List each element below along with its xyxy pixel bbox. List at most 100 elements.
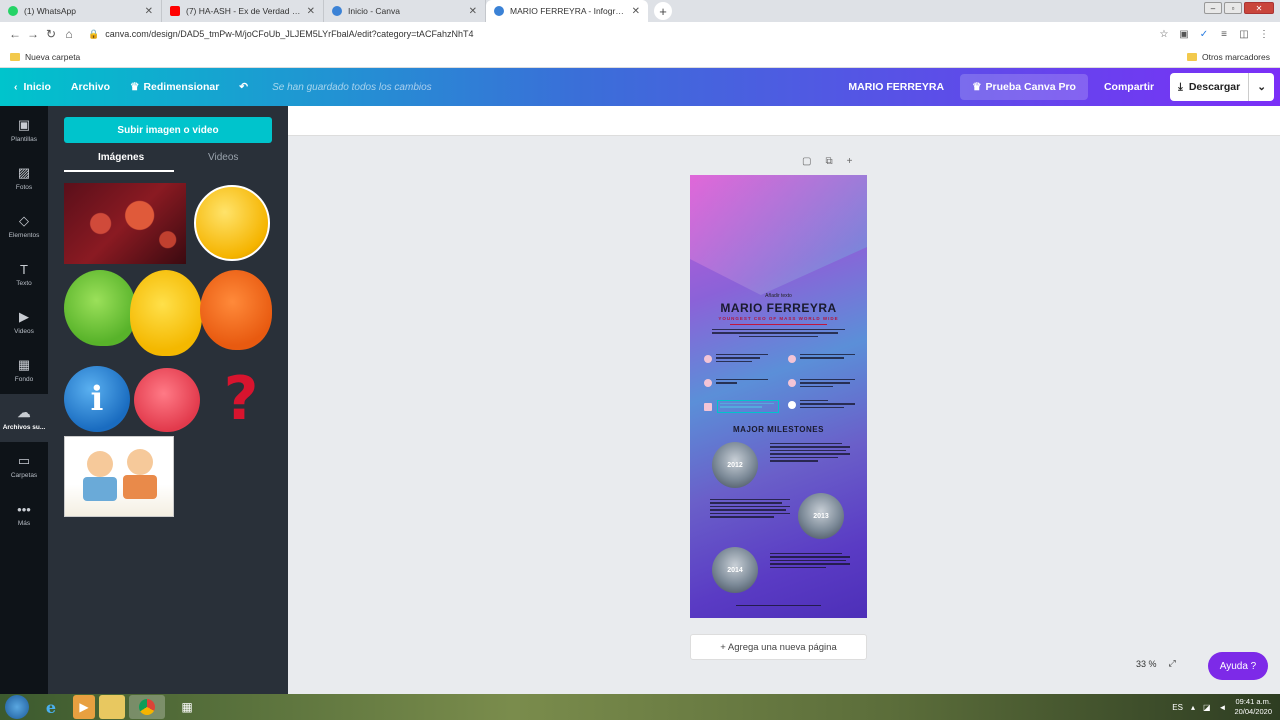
image-thumbnail-green-smiley[interactable] — [64, 270, 136, 346]
extension-icon[interactable]: ✓ — [1194, 29, 1214, 40]
milestones-heading[interactable]: MAJOR MILESTONES — [690, 425, 867, 434]
design-canvas[interactable]: Añadir texto MARIO FERREYRA YOUNGEST CEO… — [690, 175, 867, 618]
image-thumbnail-question-mark[interactable]: ? — [216, 364, 266, 434]
internet-explorer-icon[interactable]: e — [33, 695, 69, 719]
file-menu[interactable]: Archivo — [61, 68, 120, 106]
app-icon[interactable]: ▦ — [169, 695, 205, 719]
kid-body — [123, 475, 157, 499]
info-text-block[interactable] — [800, 379, 855, 389]
download-button[interactable]: ⤓ Descargar ⌄ — [1170, 73, 1274, 101]
kid-figure — [87, 451, 113, 477]
minimize-icon[interactable]: – — [1204, 2, 1222, 14]
add-page-button[interactable]: + Agrega una nueva página — [690, 634, 867, 660]
zoom-level[interactable]: 33 % — [1136, 659, 1157, 669]
milestone-photo-2014[interactable]: 2014 — [712, 547, 758, 593]
info-text-block[interactable] — [800, 354, 855, 361]
milestone-text[interactable] — [770, 443, 850, 464]
upload-button[interactable]: Subir imagen o video — [64, 117, 272, 143]
rail-item-photos[interactable]: ▨ Fotos — [0, 154, 48, 202]
tab-canva-design[interactable]: MARIO FERREYRA - Infografía ✕ — [486, 0, 648, 22]
menu-icon[interactable]: ⋮ — [1254, 29, 1274, 40]
media-player-icon[interactable]: ▶ — [73, 695, 95, 719]
close-icon[interactable]: ✕ — [632, 6, 640, 17]
tab-whatsapp[interactable]: (1) WhatsApp ✕ — [0, 0, 162, 22]
image-thumbnail-yellow-smiley[interactable] — [130, 270, 202, 356]
volume-icon[interactable]: ◄ — [1219, 703, 1227, 712]
extension-icon[interactable]: ◫ — [1234, 29, 1254, 40]
duplicate-page-icon[interactable]: ⧉ — [825, 156, 832, 167]
image-thumbnail-virus[interactable] — [64, 183, 186, 264]
reload-icon[interactable]: ↻ — [42, 27, 60, 41]
info-text-block[interactable] — [716, 354, 768, 364]
help-button[interactable]: Ayuda ? — [1208, 652, 1268, 680]
heart-icon — [704, 379, 712, 387]
rail-item-elements[interactable]: ◇ Elementos — [0, 202, 48, 250]
tab-canva-home[interactable]: Inicio - Canva ✕ — [324, 0, 486, 22]
close-icon[interactable]: ✕ — [145, 6, 153, 17]
user-name[interactable]: MARIO FERREYRA — [838, 68, 954, 106]
design-title[interactable]: MARIO FERREYRA — [690, 301, 867, 315]
window-controls: – ▫ ✕ — [1204, 2, 1274, 14]
language-indicator[interactable]: ES — [1172, 703, 1183, 712]
add-page-icon[interactable]: + — [847, 156, 853, 167]
try-pro-button[interactable]: ♛ Prueba Canva Pro — [960, 74, 1088, 100]
network-icon[interactable]: ◪ — [1203, 703, 1211, 712]
url-field[interactable]: 🔒 canva.com/design/DAD5_tmPw-M/joCFoUb_J… — [88, 29, 1154, 40]
zoom-control[interactable]: 33 % ⤢ — [1136, 658, 1176, 669]
rail-item-more[interactable]: ••• Más — [0, 490, 48, 538]
undo-button[interactable]: ↶ — [229, 68, 258, 106]
rail-item-folders[interactable]: ▭ Carpetas — [0, 442, 48, 490]
resize-button[interactable]: ♛ Redimensionar — [120, 68, 229, 106]
maximize-icon[interactable]: ▫ — [1224, 2, 1242, 14]
extension-icon[interactable]: ▣ — [1174, 29, 1194, 40]
intro-paragraph[interactable] — [712, 329, 845, 343]
rail-item-videos[interactable]: ▶ Videos — [0, 298, 48, 346]
tab-youtube[interactable]: (7) HA-ASH - Ex de Verdad (HA- ✕ — [162, 0, 324, 22]
templates-icon: ▣ — [17, 117, 31, 132]
footer-text[interactable] — [736, 605, 821, 608]
milestone-photo-2012[interactable]: 2012 — [712, 442, 758, 488]
image-thumbnail-kids-cartoon[interactable] — [64, 436, 174, 517]
image-thumbnail-wink-emoji[interactable] — [194, 185, 270, 261]
notes-icon[interactable]: ▢ — [802, 156, 811, 167]
clock[interactable]: 09:41 a.m. 20/04/2020 — [1234, 697, 1272, 717]
other-bookmarks[interactable]: Otros marcadores — [1202, 52, 1270, 62]
rail-item-uploads[interactable]: ☁ Archivos su... — [0, 394, 48, 442]
extension-icon[interactable]: ≡ — [1214, 29, 1234, 40]
chrome-icon[interactable] — [129, 695, 165, 719]
new-tab-button[interactable]: + — [654, 2, 672, 20]
close-icon[interactable]: ✕ — [307, 6, 315, 17]
forward-icon[interactable]: → — [24, 27, 42, 41]
back-icon[interactable]: ← — [6, 27, 24, 41]
background-icon: ▦ — [17, 357, 31, 372]
home-icon[interactable]: ⌂ — [60, 27, 78, 41]
image-thumbnail-orange-smiley[interactable] — [200, 270, 272, 350]
selected-text-box[interactable] — [717, 400, 779, 413]
milestone-text[interactable] — [770, 553, 850, 570]
image-thumbnail-angry-face[interactable] — [134, 368, 200, 432]
tray-arrow-icon[interactable]: ▴ — [1191, 703, 1195, 712]
file-explorer-icon[interactable] — [99, 695, 125, 719]
info-text-block[interactable] — [716, 379, 768, 386]
close-window-icon[interactable]: ✕ — [1244, 2, 1274, 14]
tab-images[interactable]: Imágenes — [98, 152, 144, 163]
close-icon[interactable]: ✕ — [469, 6, 477, 17]
rail-item-text[interactable]: T Texto — [0, 250, 48, 298]
bookmark-folder[interactable]: Nueva carpeta — [25, 52, 80, 62]
rail-item-background[interactable]: ▦ Fondo — [0, 346, 48, 394]
tab-videos[interactable]: Videos — [208, 152, 238, 163]
chevron-down-icon[interactable]: ⌄ — [1257, 81, 1266, 93]
share-button[interactable]: Compartir — [1094, 68, 1164, 106]
milestone-text[interactable] — [710, 499, 790, 520]
milestone-photo-2013[interactable]: 2013 — [798, 493, 844, 539]
image-thumbnail-info-icon[interactable]: i — [64, 366, 130, 432]
info-text-block[interactable] — [800, 400, 855, 410]
fullscreen-icon[interactable]: ⤢ — [1169, 658, 1176, 669]
home-button[interactable]: ‹ Inicio — [0, 68, 61, 106]
add-text-placeholder[interactable]: Añadir texto — [690, 293, 867, 299]
rail-item-templates[interactable]: ▣ Plantillas — [0, 106, 48, 154]
design-subtitle[interactable]: YOUNGEST CEO OF MASS WORLD WIDE — [690, 316, 867, 321]
side-nav-rail: ▣ Plantillas ▨ Fotos ◇ Elementos T Texto… — [0, 106, 48, 694]
star-icon[interactable]: ☆ — [1154, 29, 1174, 40]
start-button[interactable] — [5, 695, 29, 719]
